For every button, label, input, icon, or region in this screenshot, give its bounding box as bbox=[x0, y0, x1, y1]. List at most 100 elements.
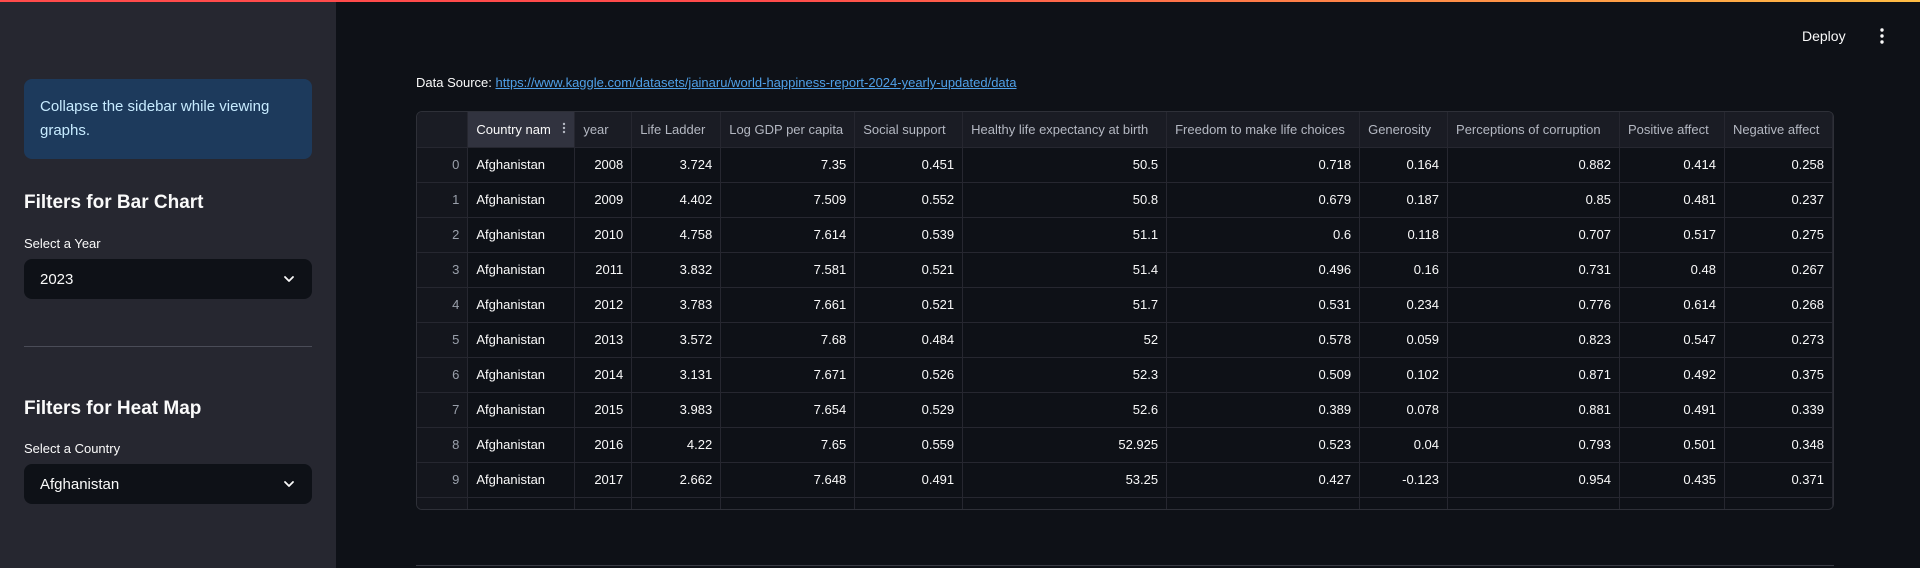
table-cell[interactable]: 0.6 bbox=[1166, 217, 1361, 253]
table-cell[interactable]: 0.268 bbox=[1724, 287, 1833, 323]
table-cell[interactable]: 2012 bbox=[574, 287, 633, 323]
table-cell[interactable]: 0.04 bbox=[1359, 427, 1449, 463]
table-cell[interactable]: 0.707 bbox=[1447, 217, 1620, 253]
table-cell[interactable]: 52.925 bbox=[962, 427, 1168, 463]
table-cell[interactable]: Afghanistan bbox=[467, 462, 576, 498]
table-cell[interactable]: 7.654 bbox=[720, 392, 856, 428]
table-cell[interactable]: 0.501 bbox=[1619, 427, 1725, 463]
data-source-link[interactable]: https://www.kaggle.com/datasets/jainaru/… bbox=[496, 75, 1017, 90]
table-cell[interactable]: 51.4 bbox=[962, 252, 1168, 288]
column-header[interactable]: Negative affect bbox=[1724, 112, 1833, 148]
table-cell[interactable]: 0.85 bbox=[1447, 182, 1620, 218]
table-cell[interactable]: 2.662 bbox=[631, 462, 722, 498]
table-cell[interactable]: 0.348 bbox=[1724, 427, 1833, 463]
table-cell[interactable]: 0.718 bbox=[1166, 147, 1361, 183]
year-select[interactable]: 2023 bbox=[24, 259, 312, 299]
table-cell[interactable] bbox=[1724, 497, 1833, 509]
table-cell[interactable] bbox=[574, 497, 633, 509]
table-cell[interactable] bbox=[720, 497, 856, 509]
table-row[interactable]: 1 Afghanistan 2009 4.402 7.509 0.552 50.8 0.679… bbox=[417, 182, 1833, 218]
table-cell[interactable]: Afghanistan bbox=[467, 252, 576, 288]
table-cell[interactable]: Afghanistan bbox=[467, 497, 576, 509]
table-cell[interactable]: 2008 bbox=[574, 147, 633, 183]
table-cell[interactable]: 3.783 bbox=[631, 287, 722, 323]
table-cell[interactable]: Afghanistan bbox=[467, 217, 576, 253]
column-header[interactable]: Social support bbox=[854, 112, 964, 148]
table-cell[interactable] bbox=[854, 497, 964, 509]
table-cell[interactable]: Afghanistan bbox=[467, 147, 576, 183]
table-cell[interactable]: 2014 bbox=[574, 357, 633, 393]
table-cell[interactable]: 3.983 bbox=[631, 392, 722, 428]
column-header[interactable]: Freedom to make life choices bbox=[1166, 112, 1361, 148]
table-cell[interactable]: 0.539 bbox=[854, 217, 964, 253]
table-cell[interactable]: 52 bbox=[962, 322, 1168, 358]
table-cell[interactable]: 0.882 bbox=[1447, 147, 1620, 183]
table-cell[interactable]: 3.131 bbox=[631, 357, 722, 393]
table-cell[interactable]: 0.871 bbox=[1447, 357, 1620, 393]
table-cell[interactable]: 3.724 bbox=[631, 147, 722, 183]
table-cell[interactable]: 0.492 bbox=[1619, 357, 1725, 393]
table-cell[interactable]: 7.65 bbox=[720, 427, 856, 463]
table-row[interactable]: 0 Afghanistan 2008 3.724 7.35 0.451 50.5 0.718 0… bbox=[417, 147, 1833, 183]
table-cell[interactable]: 0.275 bbox=[1724, 217, 1833, 253]
table-cell[interactable]: 0.529 bbox=[854, 392, 964, 428]
table-cell[interactable]: 0.491 bbox=[1619, 392, 1725, 428]
table-cell[interactable]: 2009 bbox=[574, 182, 633, 218]
column-header[interactable]: year bbox=[574, 112, 633, 148]
table-cell[interactable]: 7.68 bbox=[720, 322, 856, 358]
table-cell[interactable] bbox=[1166, 497, 1361, 509]
table-cell[interactable]: 0.451 bbox=[854, 147, 964, 183]
table-cell[interactable]: 2010 bbox=[574, 217, 633, 253]
table-cell[interactable]: Afghanistan bbox=[467, 357, 576, 393]
table-cell[interactable]: 0.731 bbox=[1447, 252, 1620, 288]
table-cell[interactable]: 0.427 bbox=[1166, 462, 1361, 498]
table-cell[interactable]: 2015 bbox=[574, 392, 633, 428]
table-cell[interactable]: 0.258 bbox=[1724, 147, 1833, 183]
table-cell[interactable]: -0.123 bbox=[1359, 462, 1449, 498]
table-cell[interactable]: 0.273 bbox=[1724, 322, 1833, 358]
table-cell[interactable] bbox=[962, 497, 1168, 509]
dataframe[interactable]: Country nam year Life Ladder Log GDP per ca… bbox=[416, 111, 1834, 510]
table-cell[interactable]: 2011 bbox=[574, 252, 633, 288]
table-cell[interactable]: 0.059 bbox=[1359, 322, 1449, 358]
table-cell[interactable]: 0.531 bbox=[1166, 287, 1361, 323]
table-cell[interactable]: 0.881 bbox=[1447, 392, 1620, 428]
table-cell[interactable]: 52.3 bbox=[962, 357, 1168, 393]
table-cell[interactable]: 0.578 bbox=[1166, 322, 1361, 358]
table-cell[interactable]: 0.234 bbox=[1359, 287, 1449, 323]
table-row[interactable]: 5 Afghanistan 2013 3.572 7.68 0.484 52 0.578 0.0… bbox=[417, 322, 1833, 358]
table-cell[interactable]: 7.35 bbox=[720, 147, 856, 183]
table-cell[interactable]: 3.572 bbox=[631, 322, 722, 358]
table-cell[interactable]: 0.523 bbox=[1166, 427, 1361, 463]
table-cell[interactable]: Afghanistan bbox=[467, 182, 576, 218]
deploy-button[interactable]: Deploy bbox=[1802, 24, 1846, 48]
table-cell[interactable]: 0.16 bbox=[1359, 252, 1449, 288]
table-cell[interactable]: 0.496 bbox=[1166, 252, 1361, 288]
table-cell[interactable]: 0.414 bbox=[1619, 147, 1725, 183]
table-cell[interactable]: 0.187 bbox=[1359, 182, 1449, 218]
table-cell[interactable]: 0.517 bbox=[1619, 217, 1725, 253]
table-cell[interactable]: 0.679 bbox=[1166, 182, 1361, 218]
table-cell[interactable]: 0.481 bbox=[1619, 182, 1725, 218]
table-cell[interactable] bbox=[1619, 497, 1725, 509]
table-cell[interactable]: Afghanistan bbox=[467, 322, 576, 358]
table-cell[interactable] bbox=[1447, 497, 1620, 509]
table-cell[interactable]: 0.954 bbox=[1447, 462, 1620, 498]
table-cell[interactable]: 7.671 bbox=[720, 357, 856, 393]
table-cell[interactable]: 7.614 bbox=[720, 217, 856, 253]
table-cell[interactable]: 0.793 bbox=[1447, 427, 1620, 463]
table-cell[interactable]: 2013 bbox=[574, 322, 633, 358]
table-cell[interactable]: 0.102 bbox=[1359, 357, 1449, 393]
table-cell[interactable]: 3.832 bbox=[631, 252, 722, 288]
table-cell[interactable]: 7.661 bbox=[720, 287, 856, 323]
table-row[interactable]: 2 Afghanistan 2010 4.758 7.614 0.539 51.1 0.6 0.… bbox=[417, 217, 1833, 253]
table-cell[interactable]: 7.648 bbox=[720, 462, 856, 498]
column-header[interactable]: Life Ladder bbox=[631, 112, 722, 148]
table-cell[interactable]: 0.375 bbox=[1724, 357, 1833, 393]
table-cell[interactable]: 0.521 bbox=[854, 287, 964, 323]
table-cell[interactable]: 4.758 bbox=[631, 217, 722, 253]
column-header[interactable]: Perceptions of corruption bbox=[1447, 112, 1620, 148]
table-row[interactable]: 7 Afghanistan 2015 3.983 7.654 0.529 52.6 0.389… bbox=[417, 392, 1833, 428]
table-cell[interactable]: 0.614 bbox=[1619, 287, 1725, 323]
table-row[interactable]: 9 Afghanistan 2017 2.662 7.648 0.491 53.25 0.42… bbox=[417, 462, 1833, 498]
